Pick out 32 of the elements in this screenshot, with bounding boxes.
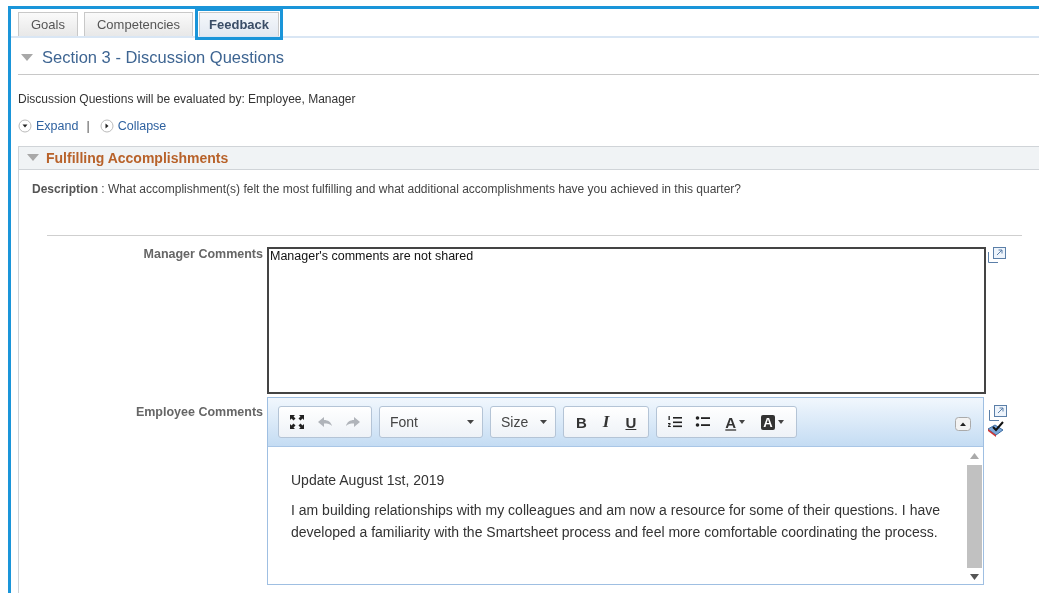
text-color-button[interactable]: A — [719, 413, 752, 431]
collapse-link[interactable]: Collapse — [117, 119, 167, 133]
description-text: : What accomplishment(s) felt the most fulfilling and what additional accomplishments have you achieved in this quarter? — [101, 182, 741, 196]
bold-button[interactable]: B — [570, 413, 593, 431]
expand-window-icon[interactable] — [988, 247, 1006, 263]
section-title: Section 3 - Discussion Questions — [42, 48, 285, 67]
caret-icon — [739, 420, 746, 424]
background-color-button[interactable]: A — [755, 414, 790, 430]
collapse-icon[interactable] — [99, 119, 114, 133]
manager-comments-field[interactable]: Manager's comments are not shared — [267, 247, 986, 394]
caret-icon — [467, 420, 474, 424]
rich-text-editor[interactable] — [267, 397, 984, 585]
expand-window-icon[interactable] — [989, 405, 1007, 421]
description-label: Description — [32, 182, 98, 196]
comment-paragraph: I am building relationships with my colleagues and am now a resource for some of their questions. I have developed a familiarity with the Smartsheet process and feel more comfortable coordinating the process. — [291, 501, 941, 542]
italic-button[interactable]: I — [596, 412, 616, 432]
caret-icon — [777, 420, 784, 424]
underline-button[interactable]: U — [619, 413, 643, 431]
caret-icon — [540, 420, 547, 424]
field-label: Employee Comments — [134, 405, 264, 419]
question-title: Fulfilling Accomplishments — [46, 150, 229, 166]
comment-paragraph: Update August 1st, 2019 — [291, 471, 446, 490]
field-label: Manager Comments — [142, 247, 264, 261]
expand-icon[interactable] — [18, 119, 32, 133]
scroll-down-icon[interactable] — [970, 574, 979, 580]
spell-check-icon[interactable] — [987, 421, 1005, 437]
tab[interactable]: Goals — [18, 12, 78, 36]
link-separator: | — [86, 119, 90, 133]
tab[interactable]: Competencies — [83, 12, 194, 36]
collapse-toolbar-icon[interactable] — [955, 417, 971, 431]
expand-link[interactable]: Expand — [36, 119, 79, 133]
evaluation-note: Discussion Questions will be evaluated by: Employee, Manager — [18, 92, 357, 106]
